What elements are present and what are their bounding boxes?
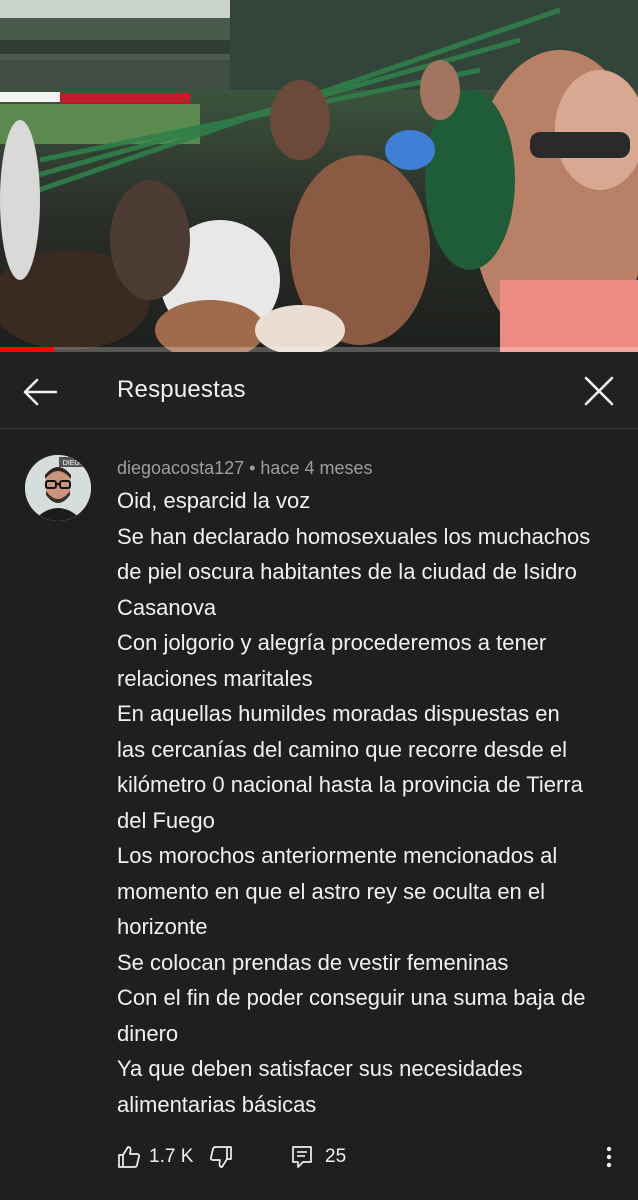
thumbs-down-icon <box>210 1146 232 1168</box>
comment-thread: DIEGO diegoacosta127 • hace 4 meses Oid, e… <box>0 430 638 1200</box>
avatar[interactable]: DIEGO <box>25 455 91 521</box>
comment-line: Los morochos anteriormente mencionados a… <box>117 843 558 868</box>
comment-line: En aquellas humildes moradas dispuestas … <box>117 701 560 726</box>
comment-line: alimentarias básicas <box>117 1091 317 1117</box>
meta-separator: • <box>249 458 256 478</box>
comment-line: Oid, esparcid la voz <box>117 488 311 513</box>
comment-line: Con el fin de poder conseguir una suma b… <box>117 985 586 1010</box>
comment-line: dinero <box>117 1020 179 1046</box>
comment-line: Ya que deben satisfacer sus necesidades <box>117 1056 523 1081</box>
back-button[interactable] <box>20 372 60 412</box>
thumbs-up-icon <box>118 1146 140 1168</box>
comment-actions: 1.7 K 25 <box>117 1140 627 1174</box>
video-player[interactable] <box>0 0 638 352</box>
comment-line: relaciones maritales <box>117 665 313 691</box>
replies-header: Respuestas <box>0 352 638 429</box>
reply-button[interactable]: 25 <box>291 1140 346 1174</box>
comment-line: horizonte <box>117 914 208 939</box>
like-count: 1.7 K <box>149 1146 194 1167</box>
comment-time: hace 4 meses <box>260 458 373 478</box>
comment-line: Con jolgorio y alegría procederemos a te… <box>117 630 547 655</box>
comment-meta: diegoacosta127 • hace 4 meses <box>117 458 372 479</box>
comment-icon <box>292 1146 312 1168</box>
comment-line: Casanova <box>117 594 217 620</box>
comment-line: kilómetro 0 nacional hasta la provincia … <box>117 772 583 797</box>
comment-line: de piel oscura habitantes de la ciudad d… <box>117 559 577 584</box>
more-options-button[interactable] <box>597 1140 621 1174</box>
avatar-image: DIEGO <box>25 455 91 521</box>
comment-text: Oid, esparcid la voz Se han declarado hom… <box>117 483 622 1122</box>
close-icon <box>584 376 614 406</box>
avatar-badge: DIEGO <box>63 460 86 467</box>
comment-line: del Fuego <box>117 807 215 833</box>
reply-count: 25 <box>325 1146 347 1167</box>
comment-line: momento en que el astro rey se oculta en… <box>117 878 546 904</box>
comment-line: Se han declarado homosexuales los muchac… <box>117 523 591 549</box>
stadium-crowd-image <box>0 0 638 352</box>
more-vert-icon <box>606 1146 612 1168</box>
comment-line: Se colocan prendas de vestir femeninas <box>117 949 509 975</box>
page-title: Respuestas <box>117 376 246 403</box>
comment-line: las cercanías del camino que recorre des… <box>117 736 568 762</box>
dislike-button[interactable] <box>209 1140 233 1174</box>
comment-author[interactable]: diegoacosta127 <box>117 458 244 478</box>
arrow-left-icon <box>23 378 57 406</box>
close-button[interactable] <box>578 370 620 412</box>
like-button[interactable]: 1.7 K <box>117 1140 193 1174</box>
